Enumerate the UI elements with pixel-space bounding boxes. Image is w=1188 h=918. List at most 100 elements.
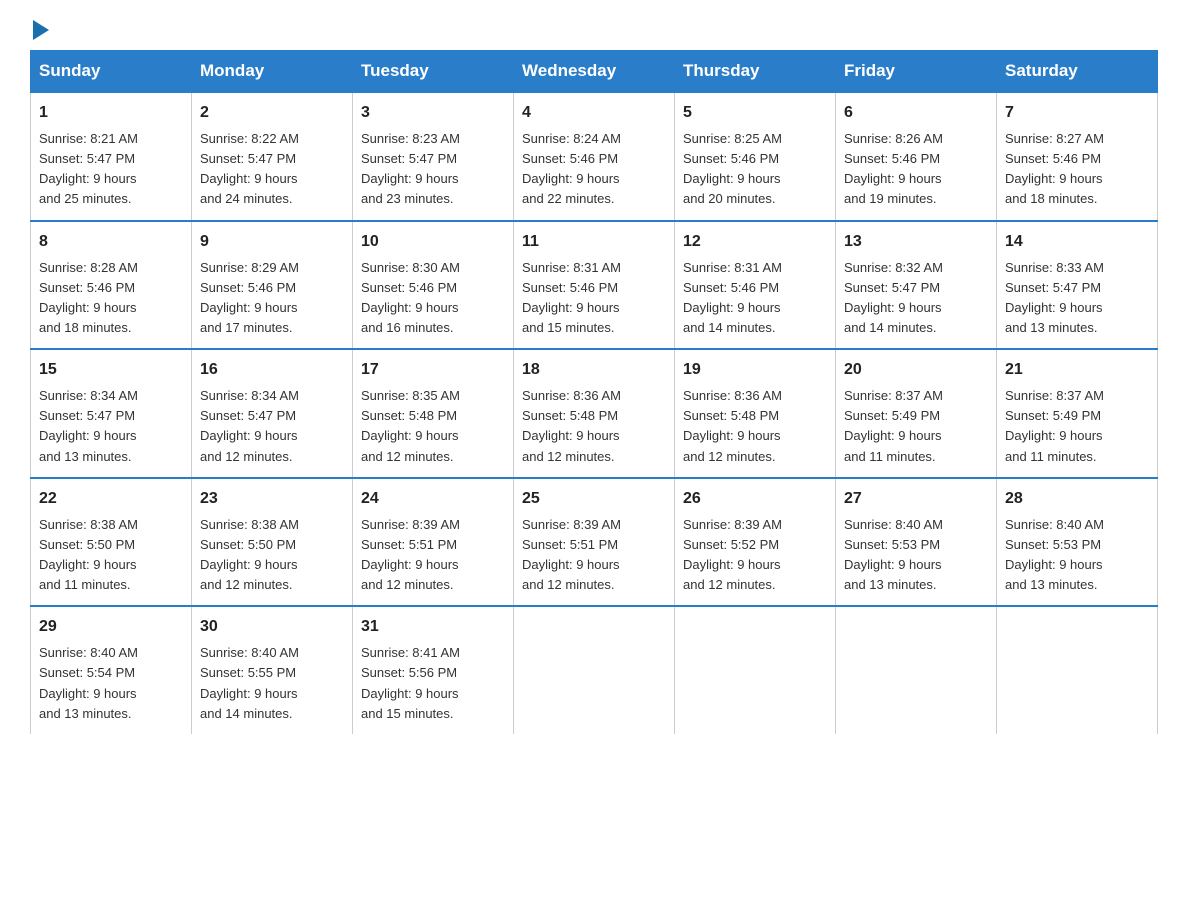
day-info: Sunrise: 8:22 AMSunset: 5:47 PMDaylight:… [200,131,299,206]
day-info: Sunrise: 8:31 AMSunset: 5:46 PMDaylight:… [522,260,621,335]
day-cell-1: 1 Sunrise: 8:21 AMSunset: 5:47 PMDayligh… [31,92,192,221]
day-info: Sunrise: 8:34 AMSunset: 5:47 PMDaylight:… [200,388,299,463]
day-number: 24 [361,487,505,511]
day-cell-23: 23 Sunrise: 8:38 AMSunset: 5:50 PMDaylig… [192,478,353,607]
day-cell-21: 21 Sunrise: 8:37 AMSunset: 5:49 PMDaylig… [997,349,1158,478]
day-cell-7: 7 Sunrise: 8:27 AMSunset: 5:46 PMDayligh… [997,92,1158,221]
week-row-5: 29 Sunrise: 8:40 AMSunset: 5:54 PMDaylig… [31,606,1158,734]
day-cell-31: 31 Sunrise: 8:41 AMSunset: 5:56 PMDaylig… [353,606,514,734]
day-number: 19 [683,358,827,382]
day-info: Sunrise: 8:39 AMSunset: 5:51 PMDaylight:… [522,517,621,592]
day-info: Sunrise: 8:30 AMSunset: 5:46 PMDaylight:… [361,260,460,335]
day-cell-29: 29 Sunrise: 8:40 AMSunset: 5:54 PMDaylig… [31,606,192,734]
day-info: Sunrise: 8:36 AMSunset: 5:48 PMDaylight:… [683,388,782,463]
weekday-header-saturday: Saturday [997,51,1158,93]
day-number: 15 [39,358,183,382]
weekday-header-sunday: Sunday [31,51,192,93]
day-info: Sunrise: 8:21 AMSunset: 5:47 PMDaylight:… [39,131,138,206]
day-info: Sunrise: 8:31 AMSunset: 5:46 PMDaylight:… [683,260,782,335]
day-info: Sunrise: 8:37 AMSunset: 5:49 PMDaylight:… [1005,388,1104,463]
day-info: Sunrise: 8:40 AMSunset: 5:55 PMDaylight:… [200,645,299,720]
page-header [30,20,1158,40]
weekday-header-row: SundayMondayTuesdayWednesdayThursdayFrid… [31,51,1158,93]
weekday-header-thursday: Thursday [675,51,836,93]
day-info: Sunrise: 8:40 AMSunset: 5:53 PMDaylight:… [1005,517,1104,592]
day-number: 6 [844,101,988,125]
day-info: Sunrise: 8:32 AMSunset: 5:47 PMDaylight:… [844,260,943,335]
day-cell-25: 25 Sunrise: 8:39 AMSunset: 5:51 PMDaylig… [514,478,675,607]
day-cell-30: 30 Sunrise: 8:40 AMSunset: 5:55 PMDaylig… [192,606,353,734]
day-info: Sunrise: 8:41 AMSunset: 5:56 PMDaylight:… [361,645,460,720]
day-number: 28 [1005,487,1149,511]
day-number: 16 [200,358,344,382]
day-info: Sunrise: 8:29 AMSunset: 5:46 PMDaylight:… [200,260,299,335]
weekday-header-friday: Friday [836,51,997,93]
logo-triangle-icon [33,20,49,40]
day-info: Sunrise: 8:39 AMSunset: 5:51 PMDaylight:… [361,517,460,592]
week-row-2: 8 Sunrise: 8:28 AMSunset: 5:46 PMDayligh… [31,221,1158,350]
day-number: 30 [200,615,344,639]
day-number: 3 [361,101,505,125]
day-cell-13: 13 Sunrise: 8:32 AMSunset: 5:47 PMDaylig… [836,221,997,350]
day-info: Sunrise: 8:27 AMSunset: 5:46 PMDaylight:… [1005,131,1104,206]
day-info: Sunrise: 8:40 AMSunset: 5:53 PMDaylight:… [844,517,943,592]
day-info: Sunrise: 8:33 AMSunset: 5:47 PMDaylight:… [1005,260,1104,335]
day-cell-4: 4 Sunrise: 8:24 AMSunset: 5:46 PMDayligh… [514,92,675,221]
day-info: Sunrise: 8:24 AMSunset: 5:46 PMDaylight:… [522,131,621,206]
day-number: 26 [683,487,827,511]
day-number: 4 [522,101,666,125]
day-info: Sunrise: 8:26 AMSunset: 5:46 PMDaylight:… [844,131,943,206]
day-number: 8 [39,230,183,254]
day-info: Sunrise: 8:37 AMSunset: 5:49 PMDaylight:… [844,388,943,463]
day-info: Sunrise: 8:34 AMSunset: 5:47 PMDaylight:… [39,388,138,463]
day-cell-18: 18 Sunrise: 8:36 AMSunset: 5:48 PMDaylig… [514,349,675,478]
empty-cell [675,606,836,734]
day-number: 13 [844,230,988,254]
day-number: 22 [39,487,183,511]
week-row-4: 22 Sunrise: 8:38 AMSunset: 5:50 PMDaylig… [31,478,1158,607]
day-cell-22: 22 Sunrise: 8:38 AMSunset: 5:50 PMDaylig… [31,478,192,607]
day-cell-6: 6 Sunrise: 8:26 AMSunset: 5:46 PMDayligh… [836,92,997,221]
weekday-header-tuesday: Tuesday [353,51,514,93]
empty-cell [514,606,675,734]
day-cell-12: 12 Sunrise: 8:31 AMSunset: 5:46 PMDaylig… [675,221,836,350]
day-cell-20: 20 Sunrise: 8:37 AMSunset: 5:49 PMDaylig… [836,349,997,478]
day-info: Sunrise: 8:25 AMSunset: 5:46 PMDaylight:… [683,131,782,206]
day-cell-17: 17 Sunrise: 8:35 AMSunset: 5:48 PMDaylig… [353,349,514,478]
logo [30,20,49,40]
day-number: 17 [361,358,505,382]
empty-cell [836,606,997,734]
day-info: Sunrise: 8:40 AMSunset: 5:54 PMDaylight:… [39,645,138,720]
day-info: Sunrise: 8:28 AMSunset: 5:46 PMDaylight:… [39,260,138,335]
day-cell-8: 8 Sunrise: 8:28 AMSunset: 5:46 PMDayligh… [31,221,192,350]
calendar-table: SundayMondayTuesdayWednesdayThursdayFrid… [30,50,1158,734]
week-row-3: 15 Sunrise: 8:34 AMSunset: 5:47 PMDaylig… [31,349,1158,478]
day-number: 10 [361,230,505,254]
day-info: Sunrise: 8:35 AMSunset: 5:48 PMDaylight:… [361,388,460,463]
day-number: 9 [200,230,344,254]
day-info: Sunrise: 8:23 AMSunset: 5:47 PMDaylight:… [361,131,460,206]
day-number: 25 [522,487,666,511]
day-info: Sunrise: 8:38 AMSunset: 5:50 PMDaylight:… [200,517,299,592]
day-number: 27 [844,487,988,511]
day-number: 12 [683,230,827,254]
day-cell-28: 28 Sunrise: 8:40 AMSunset: 5:53 PMDaylig… [997,478,1158,607]
day-cell-19: 19 Sunrise: 8:36 AMSunset: 5:48 PMDaylig… [675,349,836,478]
day-number: 23 [200,487,344,511]
day-info: Sunrise: 8:36 AMSunset: 5:48 PMDaylight:… [522,388,621,463]
empty-cell [997,606,1158,734]
week-row-1: 1 Sunrise: 8:21 AMSunset: 5:47 PMDayligh… [31,92,1158,221]
day-info: Sunrise: 8:39 AMSunset: 5:52 PMDaylight:… [683,517,782,592]
day-number: 14 [1005,230,1149,254]
day-cell-10: 10 Sunrise: 8:30 AMSunset: 5:46 PMDaylig… [353,221,514,350]
day-number: 29 [39,615,183,639]
day-cell-16: 16 Sunrise: 8:34 AMSunset: 5:47 PMDaylig… [192,349,353,478]
day-cell-15: 15 Sunrise: 8:34 AMSunset: 5:47 PMDaylig… [31,349,192,478]
day-cell-3: 3 Sunrise: 8:23 AMSunset: 5:47 PMDayligh… [353,92,514,221]
day-number: 31 [361,615,505,639]
weekday-header-wednesday: Wednesday [514,51,675,93]
day-cell-14: 14 Sunrise: 8:33 AMSunset: 5:47 PMDaylig… [997,221,1158,350]
day-info: Sunrise: 8:38 AMSunset: 5:50 PMDaylight:… [39,517,138,592]
weekday-header-monday: Monday [192,51,353,93]
day-number: 21 [1005,358,1149,382]
